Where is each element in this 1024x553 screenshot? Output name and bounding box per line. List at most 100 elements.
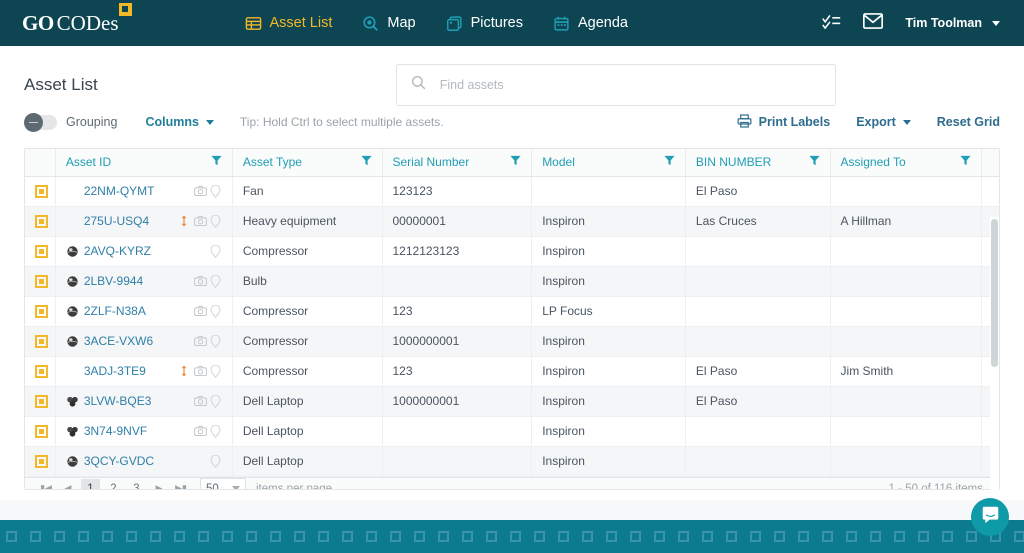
location-pin-icon[interactable] [210, 394, 222, 409]
qr-tag-icon[interactable] [35, 305, 48, 319]
col-asset-id[interactable]: Asset ID [55, 149, 233, 177]
row-select-cell[interactable] [25, 266, 56, 297]
qr-tag-icon[interactable] [35, 365, 48, 379]
reset-grid-button[interactable]: Reset Grid [937, 115, 1000, 129]
asset-id-link[interactable]: 3LVW-BQE3 [84, 394, 152, 408]
filter-icon[interactable] [211, 155, 222, 169]
filter-icon[interactable] [809, 155, 820, 169]
location-pin-icon[interactable] [210, 244, 222, 259]
camera-icon[interactable] [193, 305, 207, 317]
asset-id-link[interactable]: 2LBV-9944 [84, 274, 143, 288]
location-pin-icon[interactable] [210, 364, 222, 379]
nav-item-pictures[interactable]: Pictures [446, 15, 523, 32]
table-row[interactable]: 2LBV-9944 Bulb Inspiron [25, 266, 999, 297]
location-pin-icon[interactable] [210, 214, 222, 229]
row-select-cell[interactable] [25, 326, 56, 357]
location-pin-icon[interactable] [210, 274, 222, 289]
table-row[interactable]: 3ACE-VXW6 Compressor 1000000001 Inspiron [25, 326, 999, 357]
cell-asset-id[interactable]: 2ZLF-N38A [55, 296, 233, 327]
row-select-cell[interactable] [25, 416, 56, 447]
user-menu[interactable]: Tim Toolman [905, 16, 1000, 30]
cell-asset-id[interactable]: 3N74-9NVF [55, 416, 233, 447]
scrollbar-thumb[interactable] [991, 219, 998, 367]
camera-icon[interactable] [193, 425, 207, 437]
asset-id-link[interactable]: 3QCY-GVDC [84, 454, 154, 468]
camera-icon[interactable] [193, 365, 207, 377]
nav-item-map[interactable]: Map [362, 15, 416, 32]
last-page-button[interactable]: ▶▮ [170, 478, 192, 489]
location-pin-icon[interactable] [210, 454, 222, 469]
col-assigned-to[interactable]: Assigned To [830, 149, 983, 177]
first-page-button[interactable]: ▮◀ [35, 478, 57, 489]
cell-asset-id[interactable]: 2LBV-9944 [55, 266, 233, 297]
search-box[interactable] [395, 64, 836, 106]
col-asset-type[interactable]: Asset Type [232, 149, 383, 177]
qr-tag-icon[interactable] [35, 425, 48, 439]
camera-icon[interactable] [193, 215, 207, 227]
next-page-button[interactable]: ▶ [148, 478, 170, 489]
location-pin-icon[interactable] [210, 304, 222, 319]
cell-asset-id[interactable]: 3LVW-BQE3 [55, 386, 233, 417]
cell-asset-id[interactable]: 3ACE-VXW6 [55, 326, 233, 357]
page-number-3[interactable]: 3 [127, 479, 146, 490]
row-select-cell[interactable] [25, 446, 56, 477]
qr-tag-icon[interactable] [35, 455, 48, 469]
asset-id-link[interactable]: 22NM-QYMT [84, 184, 155, 198]
location-pin-icon[interactable] [210, 424, 222, 439]
qr-tag-icon[interactable] [35, 395, 48, 409]
qr-tag-icon[interactable] [35, 185, 48, 199]
cell-asset-id[interactable]: 275U-USQ4 [55, 206, 233, 237]
row-select-cell[interactable] [25, 296, 56, 327]
row-select-cell[interactable] [25, 356, 56, 387]
asset-id-link[interactable]: 2ZLF-N38A [84, 304, 146, 318]
qr-tag-icon[interactable] [35, 275, 48, 289]
location-pin-icon[interactable] [210, 334, 222, 349]
row-select-cell[interactable] [25, 176, 56, 207]
qr-tag-icon[interactable] [35, 335, 48, 349]
prev-page-button[interactable]: ◀ [57, 478, 79, 489]
chat-support-button[interactable] [971, 498, 1009, 536]
nav-item-agenda[interactable]: Agenda [553, 15, 628, 32]
camera-icon[interactable] [193, 395, 207, 407]
row-select-cell[interactable] [25, 206, 56, 237]
table-row[interactable]: 3N74-9NVF Dell Laptop Inspiron [25, 416, 999, 447]
cell-asset-id[interactable]: 3ADJ-3TE9 [55, 356, 233, 387]
filter-icon[interactable] [664, 155, 675, 169]
col-model[interactable]: Model [531, 149, 686, 177]
asset-id-link[interactable]: 3ACE-VXW6 [84, 334, 153, 348]
columns-dropdown[interactable]: Columns [145, 115, 214, 129]
export-dropdown[interactable]: Export [856, 115, 911, 129]
col-serial-number[interactable]: Serial Number [382, 149, 533, 177]
camera-icon[interactable] [193, 185, 207, 197]
table-row[interactable]: 3ADJ-3TE9 Compressor 123 Inspiron El Paso Jim… [25, 356, 999, 387]
table-row[interactable]: 3QCY-GVDC Dell Laptop Inspiron [25, 446, 999, 477]
asset-id-link[interactable]: 3N74-9NVF [84, 424, 147, 438]
checklist-icon[interactable] [822, 13, 841, 34]
filter-icon[interactable] [960, 155, 971, 169]
search-input[interactable] [439, 78, 821, 92]
gocodes-logo[interactable]: GO CODes [22, 2, 132, 36]
table-row[interactable]: 2ZLF-N38A Compressor 123 LP Focus [25, 296, 999, 327]
qr-tag-icon[interactable] [35, 245, 48, 259]
filter-icon[interactable] [510, 155, 521, 169]
filter-icon[interactable] [360, 155, 372, 169]
envelope-icon[interactable] [863, 12, 884, 34]
nav-item-asset-list[interactable]: Asset List [245, 15, 332, 32]
table-row[interactable]: 275U-USQ4 Heavy equipment 00000001 Inspiron… [25, 206, 999, 237]
page-number-1[interactable]: 1 [81, 479, 100, 489]
cell-asset-id[interactable]: 2AVQ-KYRZ [55, 236, 233, 267]
page-number-2[interactable]: 2 [104, 479, 123, 490]
move-arrows-icon[interactable] [178, 365, 190, 377]
table-row[interactable]: 2AVQ-KYRZ Compressor 1212123123 Inspiron [25, 236, 999, 267]
row-select-cell[interactable] [25, 386, 56, 417]
asset-id-link[interactable]: 3ADJ-3TE9 [84, 364, 146, 378]
cell-asset-id[interactable]: 3QCY-GVDC [55, 446, 233, 477]
asset-id-link[interactable]: 275U-USQ4 [84, 214, 149, 228]
table-row[interactable]: 3LVW-BQE3 Dell Laptop 1000000001 Inspiron El… [25, 386, 999, 417]
asset-id-link[interactable]: 2AVQ-KYRZ [84, 244, 151, 258]
camera-icon[interactable] [193, 275, 207, 287]
grid-vertical-scrollbar[interactable] [990, 217, 999, 517]
camera-icon[interactable] [193, 335, 207, 347]
qr-tag-icon[interactable] [35, 215, 48, 229]
location-pin-icon[interactable] [210, 184, 222, 199]
